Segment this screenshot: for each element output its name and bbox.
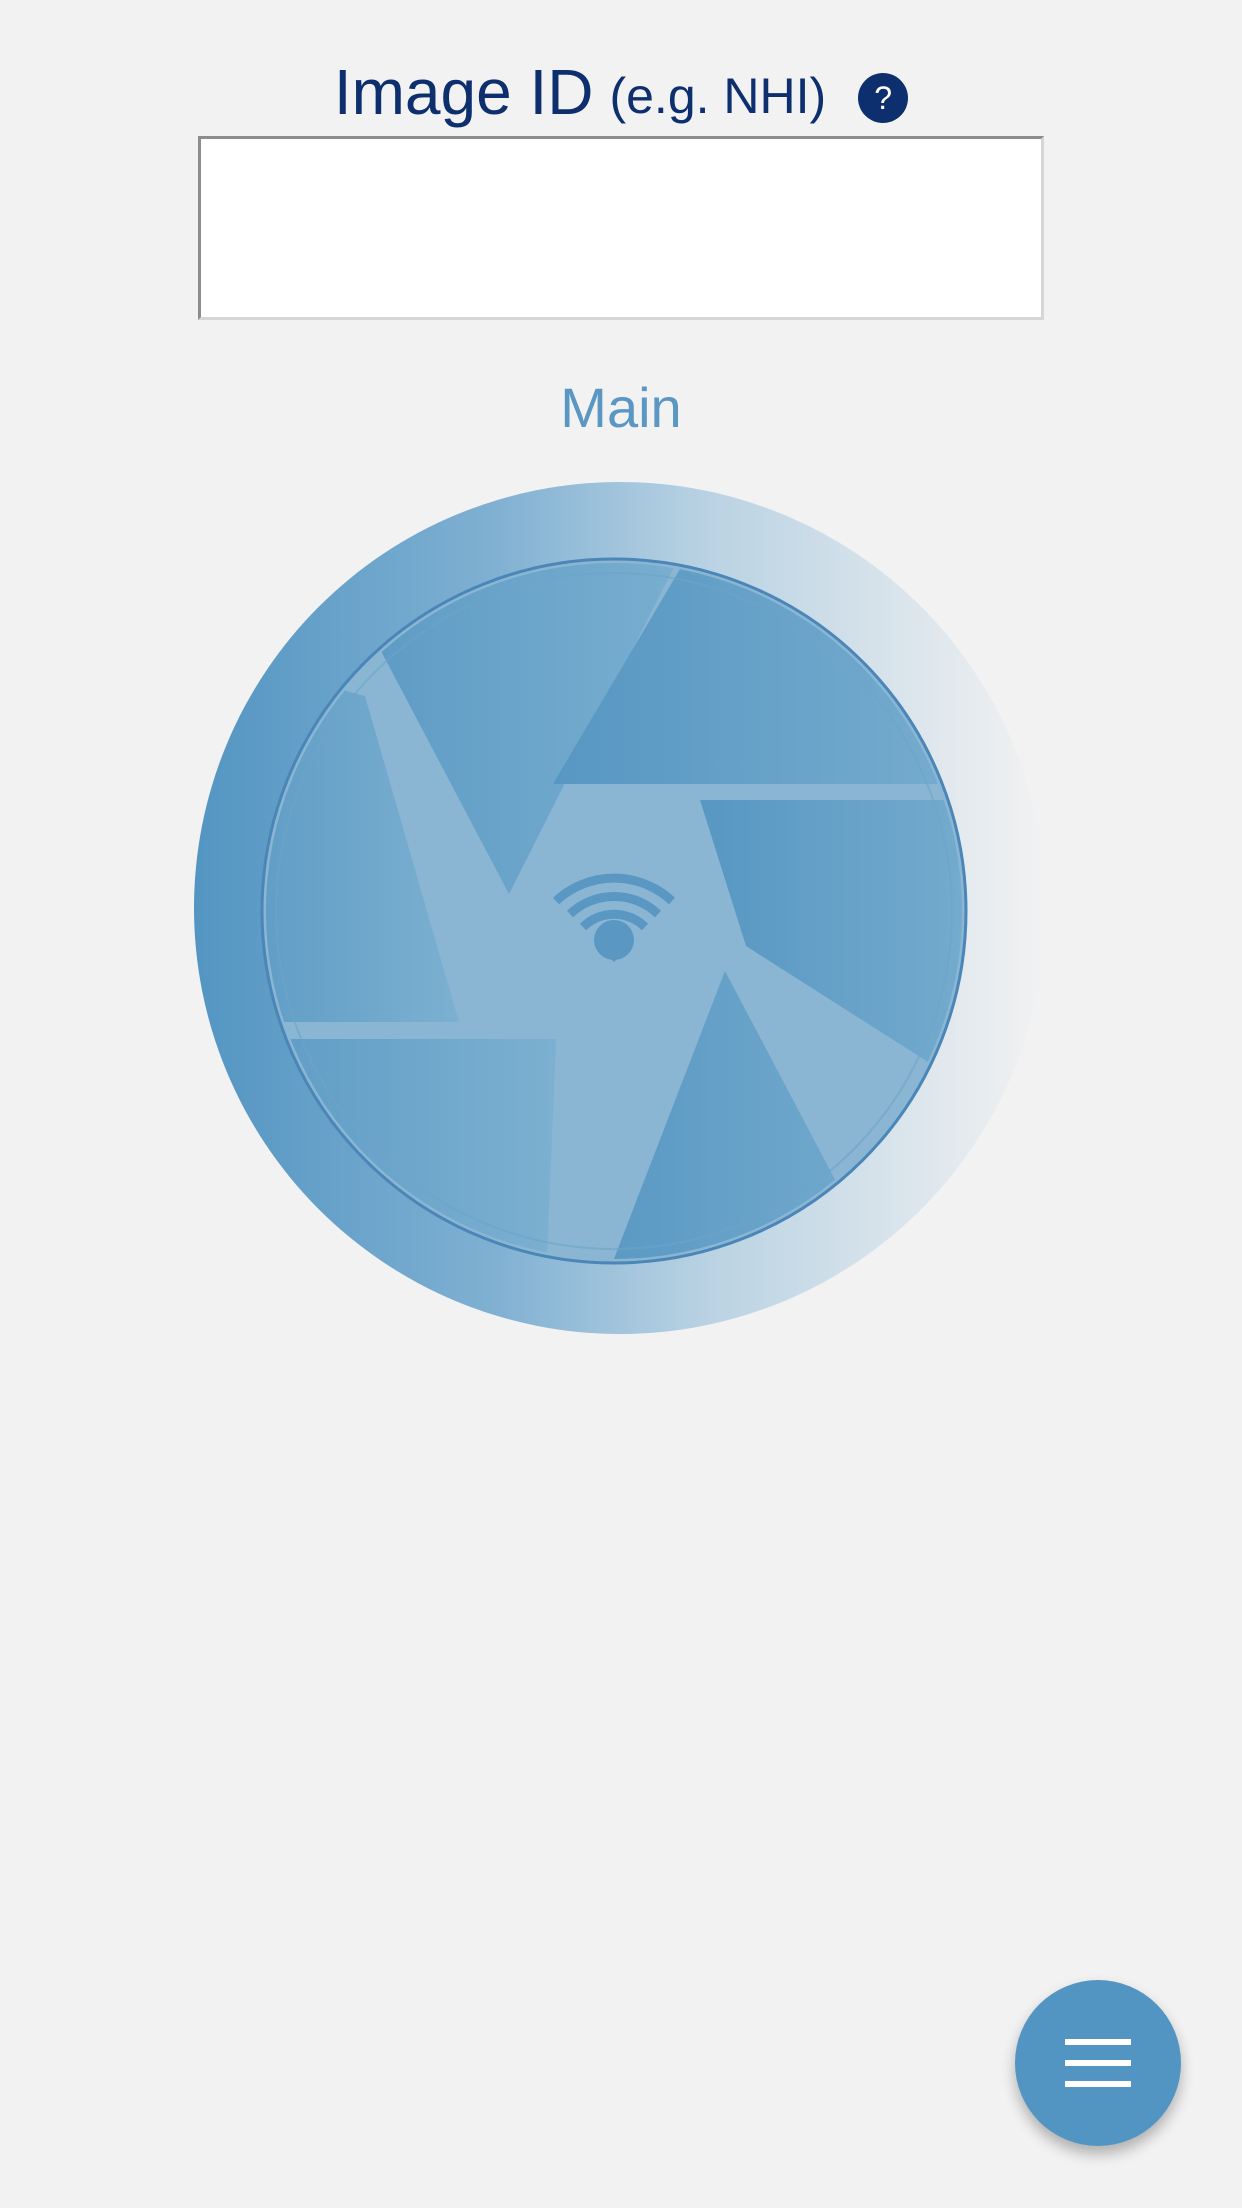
hamburger-menu-icon bbox=[1065, 2039, 1131, 2087]
help-button[interactable]: ? bbox=[858, 73, 909, 123]
image-id-input[interactable] bbox=[198, 136, 1044, 320]
header: Image ID (e.g. NHI) ? bbox=[0, 52, 1242, 132]
page-subtitle: (e.g. NHI) bbox=[609, 68, 827, 124]
camera-shutter-icon bbox=[194, 482, 1046, 1334]
page-title: Image ID bbox=[333, 56, 594, 128]
capture-button[interactable] bbox=[194, 482, 1046, 1334]
mode-label: Main bbox=[560, 376, 682, 439]
menu-button[interactable] bbox=[1015, 1980, 1181, 2146]
